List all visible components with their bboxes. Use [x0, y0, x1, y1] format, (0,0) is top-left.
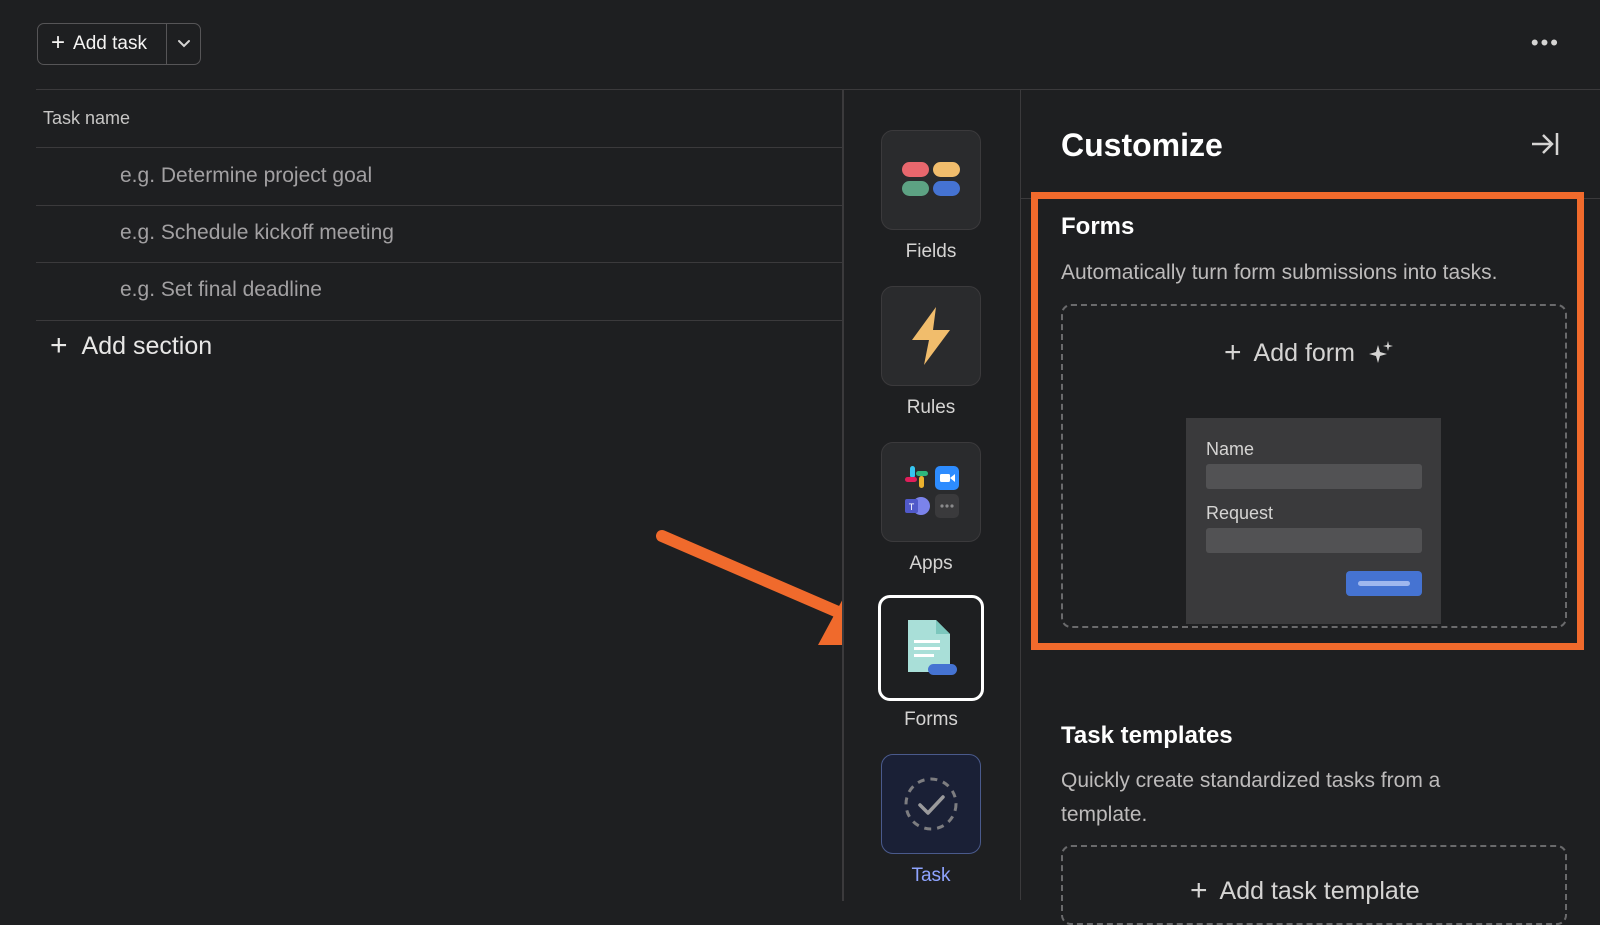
apps-tile[interactable]: T	[881, 442, 981, 542]
add-section-label: Add section	[81, 331, 213, 360]
fields-tile[interactable]	[881, 130, 981, 230]
forms-tile[interactable]	[878, 595, 984, 701]
plus-icon: +	[50, 329, 68, 362]
add-task-button-group: + Add task	[37, 23, 201, 65]
customize-title: Customize	[1061, 127, 1223, 163]
plus-icon: +	[51, 29, 66, 56]
apps-label: Apps	[909, 553, 953, 574]
row-divider	[36, 262, 842, 263]
add-task-dropdown-button[interactable]	[167, 24, 200, 64]
fields-icon	[902, 162, 960, 196]
forms-highlight-box	[1031, 192, 1584, 650]
add-task-label: Add task	[73, 33, 147, 54]
task-row[interactable]: e.g. Set final deadline	[120, 278, 322, 302]
task-row[interactable]: e.g. Schedule kickoff meeting	[120, 221, 394, 245]
add-task-template-button[interactable]: + Add task template	[1190, 876, 1420, 906]
task-name-column-header[interactable]: Task name	[43, 108, 130, 129]
forms-label: Forms	[904, 709, 958, 730]
rules-label: Rules	[906, 397, 956, 418]
slack-icon	[905, 466, 928, 488]
task-template-check-icon	[904, 777, 958, 831]
task-templates-section-title: Task templates	[1061, 722, 1233, 749]
chevron-down-icon	[177, 40, 190, 48]
row-divider	[36, 205, 842, 206]
fields-label: Fields	[905, 241, 957, 262]
add-task-template-label: Add task template	[1219, 876, 1420, 905]
add-section-button[interactable]: + Add section	[50, 331, 212, 361]
task-templates-label: Task	[911, 865, 951, 886]
more-options-icon[interactable]: •••	[1531, 30, 1560, 56]
task-templates-tile[interactable]	[881, 754, 981, 854]
row-divider	[36, 147, 842, 148]
lightning-icon	[912, 307, 950, 365]
collapse-panel-button[interactable]	[1530, 130, 1560, 163]
svg-text:T: T	[909, 502, 915, 512]
apps-icon: T	[905, 466, 959, 518]
plus-icon: +	[1190, 874, 1208, 907]
task-templates-section-description: Quickly create standardized tasks from a…	[1061, 769, 1441, 826]
task-row[interactable]: e.g. Determine project goal	[120, 164, 372, 188]
collapse-right-icon	[1532, 133, 1559, 155]
list-divider	[36, 89, 842, 90]
rules-tile[interactable]	[881, 286, 981, 386]
row-divider	[36, 320, 842, 321]
add-task-button[interactable]: + Add task	[38, 24, 167, 64]
form-document-icon	[908, 620, 957, 675]
